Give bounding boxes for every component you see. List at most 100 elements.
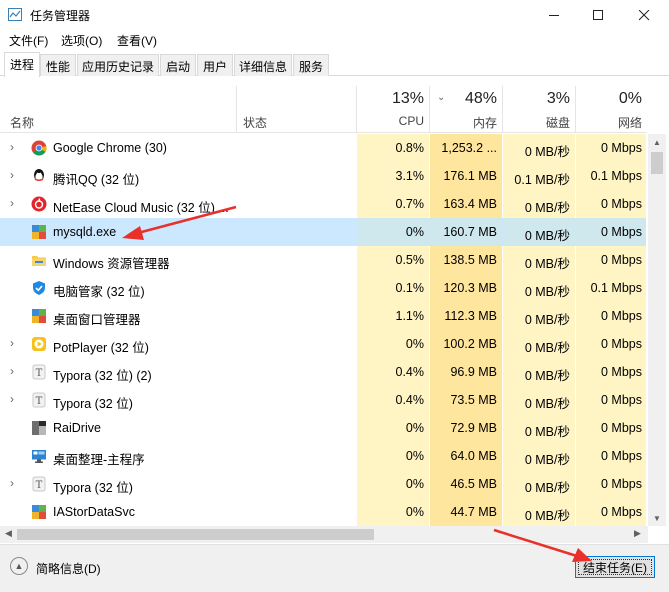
header-cpu-percent[interactable]: 13%	[360, 90, 424, 108]
header-network-percent[interactable]: 0%	[579, 90, 642, 108]
process-row[interactable]: › T Typora (32 位) (2) 0.4% 96.9 MB 0 MB/秒 0 Mb…	[0, 358, 646, 386]
scroll-left-icon[interactable]: ◀	[5, 528, 12, 539]
network-value: 0.1 Mbps	[590, 281, 642, 295]
cpu-value: 0%	[405, 225, 424, 239]
network-value: 0 Mbps	[601, 141, 642, 155]
network-value: 0.1 Mbps	[590, 169, 642, 183]
memory-value: 1,253.2 ...	[441, 141, 497, 155]
column-divider[interactable]	[356, 86, 357, 133]
menu-options[interactable]: 选项(O)	[61, 32, 102, 49]
minimize-button[interactable]	[531, 0, 577, 30]
column-divider[interactable]	[429, 86, 430, 133]
cpu-value: 1.1%	[395, 309, 425, 323]
network-value: 0 Mbps	[601, 393, 642, 407]
column-divider[interactable]	[575, 86, 576, 133]
tab-startup[interactable]: 启动	[160, 54, 196, 76]
process-row[interactable]: › T Typora (32 位) 0.4% 73.5 MB 0 MB/秒 0 Mbps	[0, 386, 646, 414]
disk-value: 0 MB/秒	[524, 369, 570, 383]
process-row[interactable]: IAStorDataSvc 0% 44.7 MB 0 MB/秒 0 Mbps	[0, 498, 646, 526]
tab-processes[interactable]: 进程	[4, 52, 40, 77]
header-cpu-label[interactable]: CPU	[360, 114, 424, 128]
chevron-right-icon[interactable]: ›	[10, 365, 20, 377]
process-name: Windows 资源管理器	[53, 257, 170, 271]
memory-value: 160.7 MB	[443, 225, 497, 239]
column-divider[interactable]	[502, 86, 503, 133]
fewer-details-link[interactable]: 简略信息(D)	[36, 560, 101, 577]
process-row[interactable]: Windows 资源管理器 0.5% 138.5 MB 0 MB/秒 0 Mbps	[0, 246, 646, 274]
header-disk-label[interactable]: 磁盘	[506, 114, 570, 131]
cpu-value: 0.1%	[395, 281, 425, 295]
scroll-right-icon[interactable]: ▶	[634, 528, 641, 539]
process-row[interactable]: › NetEase Cloud Music (32 位) ... 0.7% 163.4…	[0, 190, 646, 218]
cpu-value: 0.5%	[395, 253, 425, 267]
header-memory-percent[interactable]: 48%	[433, 90, 497, 108]
vertical-scrollbar[interactable]: ▲ ▼	[648, 134, 666, 526]
header-disk-percent[interactable]: 3%	[506, 90, 570, 108]
menu-file[interactable]: 文件(F)	[9, 32, 48, 49]
cpu-value: 0%	[405, 421, 424, 435]
menu-bar: 文件(F) 选项(O) 查看(V)	[0, 30, 669, 50]
chevron-right-icon[interactable]: ›	[10, 477, 20, 489]
end-task-button[interactable]: 结束任务(E)	[575, 556, 655, 578]
tab-app-history[interactable]: 应用历史记录	[77, 54, 159, 76]
memory-value: 120.3 MB	[443, 281, 497, 295]
process-name: PotPlayer (32 位)	[53, 341, 149, 355]
header-status[interactable]: 状态	[243, 114, 267, 131]
process-row[interactable]: RaiDrive 0% 72.9 MB 0 MB/秒 0 Mbps	[0, 414, 646, 442]
process-row[interactable]: 桌面整理-主程序 0% 64.0 MB 0 MB/秒 0 Mbps	[0, 442, 646, 470]
tab-details[interactable]: 详细信息	[234, 54, 292, 76]
desktop-icon	[31, 448, 47, 464]
disk-value: 0 MB/秒	[524, 285, 570, 299]
tab-users[interactable]: 用户	[197, 54, 233, 76]
cpu-value: 0%	[405, 477, 424, 491]
tab-services[interactable]: 服务	[293, 54, 329, 76]
cpu-value: 0.4%	[395, 393, 425, 407]
header-name[interactable]: 名称	[10, 114, 34, 131]
network-value: 0 Mbps	[601, 309, 642, 323]
disk-value: 0 MB/秒	[524, 481, 570, 495]
chevron-right-icon[interactable]: ›	[10, 197, 20, 209]
process-row[interactable]: › 腾讯QQ (32 位) 3.1% 176.1 MB 0.1 MB/秒 0.1 Mbps	[0, 162, 646, 190]
chrome-icon	[31, 140, 47, 156]
scroll-up-icon[interactable]: ▲	[653, 138, 661, 147]
disk-value: 0 MB/秒	[524, 453, 570, 467]
horizontal-scroll-thumb[interactable]	[17, 529, 374, 540]
process-row[interactable]: 桌面窗口管理器 1.1% 112.3 MB 0 MB/秒 0 Mbps	[0, 302, 646, 330]
network-value: 0 Mbps	[601, 421, 642, 435]
network-value: 0 Mbps	[601, 505, 642, 519]
header-memory-label[interactable]: 内存	[433, 114, 497, 131]
column-divider[interactable]	[236, 86, 237, 133]
process-name: 腾讯QQ (32 位)	[53, 173, 140, 187]
process-row[interactable]: mysqld.exe 0% 160.7 MB 0 MB/秒 0 Mbps	[0, 218, 646, 246]
minimize-icon	[548, 14, 559, 16]
header-network-label[interactable]: 网络	[579, 114, 642, 131]
chevron-right-icon[interactable]: ›	[10, 337, 20, 349]
maximize-button[interactable]	[575, 0, 621, 30]
process-row[interactable]: 电脑管家 (32 位) 0.1% 120.3 MB 0 MB/秒 0.1 Mbps	[0, 274, 646, 302]
close-button[interactable]	[621, 0, 667, 30]
process-name: 桌面窗口管理器	[53, 313, 141, 327]
chevron-right-icon[interactable]: ›	[10, 169, 20, 181]
vertical-scroll-thumb[interactable]	[651, 152, 663, 174]
maximize-icon	[592, 9, 603, 20]
process-name: Typora (32 位)	[53, 397, 133, 411]
process-row[interactable]: › Google Chrome (30) 0.8% 1,253.2 ... 0 MB/秒…	[0, 134, 646, 162]
menu-view[interactable]: 查看(V)	[117, 32, 157, 49]
horizontal-scrollbar[interactable]: ◀ ▶	[0, 526, 648, 543]
chevron-right-icon[interactable]: ›	[10, 141, 20, 153]
cpu-value: 3.1%	[395, 169, 425, 183]
scroll-down-icon[interactable]: ▼	[653, 514, 661, 523]
cpu-value: 0.7%	[395, 197, 425, 211]
network-value: 0 Mbps	[601, 449, 642, 463]
process-row[interactable]: › PotPlayer (32 位) 0% 100.2 MB 0 MB/秒 0 Mbps	[0, 330, 646, 358]
app-icon	[31, 224, 47, 240]
memory-value: 112.3 MB	[444, 309, 497, 323]
process-name: mysqld.exe	[53, 225, 117, 239]
process-row[interactable]: › T Typora (32 位) 0% 46.5 MB 0 MB/秒 0 Mbps	[0, 470, 646, 498]
chevron-right-icon[interactable]: ›	[10, 393, 20, 405]
chevron-up-icon[interactable]: ▲	[10, 557, 28, 575]
tab-performance[interactable]: 性能	[40, 54, 76, 76]
cpu-value: 0%	[405, 449, 424, 463]
window-title: 任务管理器	[30, 9, 91, 23]
network-value: 0 Mbps	[601, 477, 642, 491]
